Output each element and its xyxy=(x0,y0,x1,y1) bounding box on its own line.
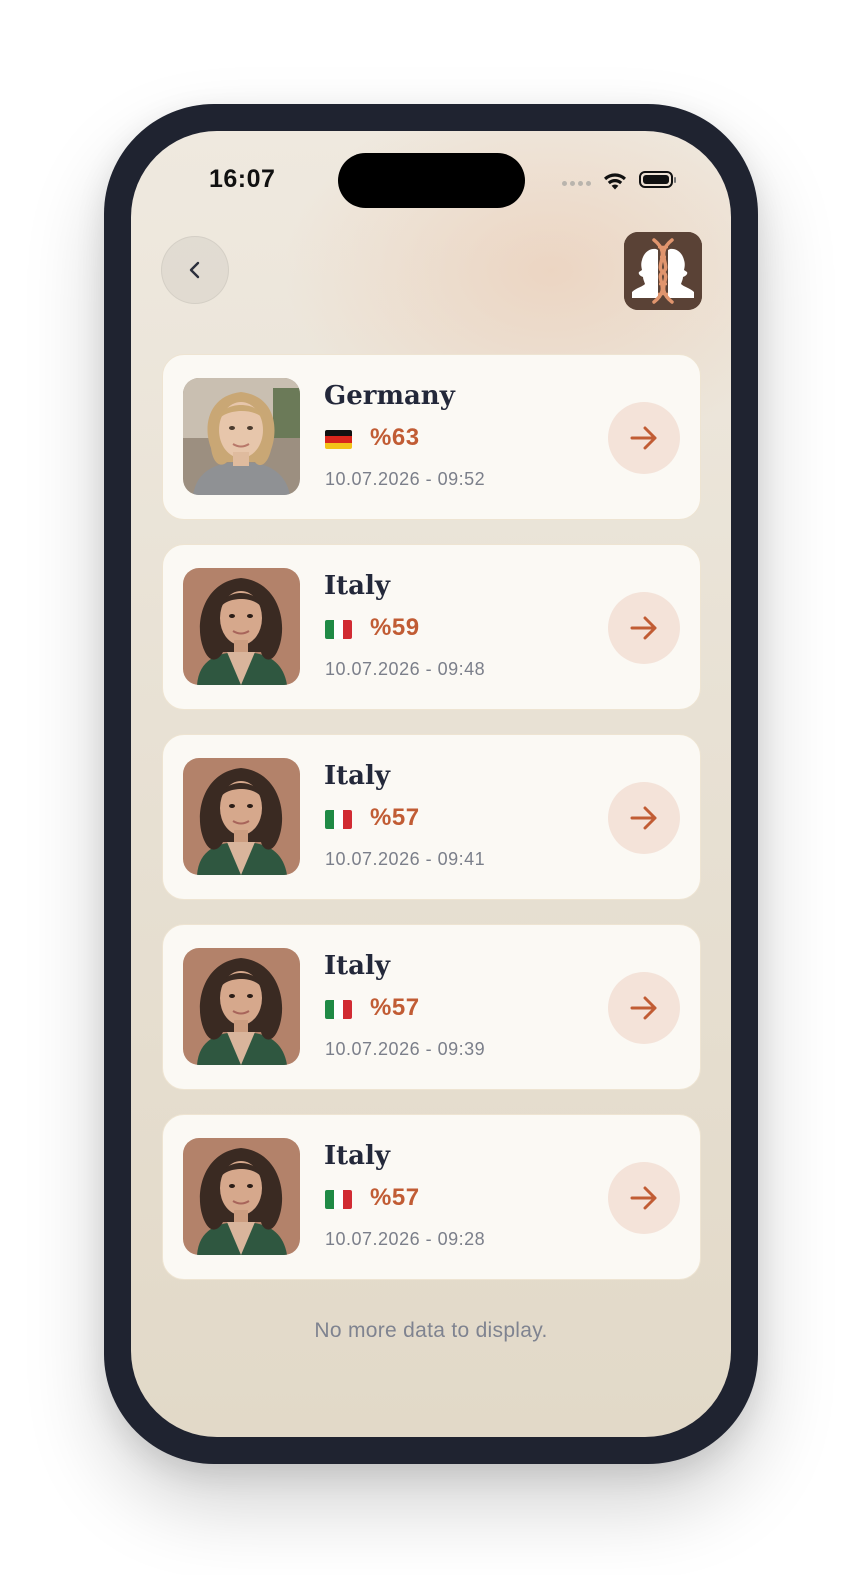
dynamic-island xyxy=(338,153,525,208)
portrait-photo xyxy=(183,948,300,1065)
portrait-photo xyxy=(183,1138,300,1255)
result-date: 10.07.2026 - 09:48 xyxy=(325,659,486,679)
country-name: Italy xyxy=(324,951,391,981)
phone-frame: 16:07 Germany %63 10.07.2026 - 09:52 Ita… xyxy=(104,104,758,1464)
match-score: %59 xyxy=(370,614,420,641)
result-date: 10.07.2026 - 09:28 xyxy=(325,1229,486,1249)
result-date: 10.07.2026 - 09:52 xyxy=(325,469,486,489)
cellular-signal-icon xyxy=(562,181,591,186)
arrow-right-icon xyxy=(630,1186,657,1210)
match-score: %63 xyxy=(370,424,420,451)
portrait-photo xyxy=(183,758,300,875)
result-card-4[interactable]: Italy %57 10.07.2026 - 09:39 xyxy=(162,924,701,1090)
germany-flag-icon xyxy=(325,430,352,449)
result-card-2[interactable]: Italy %59 10.07.2026 - 09:48 xyxy=(162,544,701,710)
open-result-button[interactable] xyxy=(608,1162,680,1234)
back-button[interactable] xyxy=(161,236,229,304)
dna-faces-logo-icon xyxy=(624,232,702,310)
result-date: 10.07.2026 - 09:41 xyxy=(325,849,486,869)
arrow-right-icon xyxy=(630,806,657,830)
country-name: Italy xyxy=(324,1141,391,1171)
portrait-photo xyxy=(183,568,300,685)
country-name: Italy xyxy=(324,571,391,601)
arrow-right-icon xyxy=(630,996,657,1020)
result-card-3[interactable]: Italy %57 10.07.2026 - 09:41 xyxy=(162,734,701,900)
open-result-button[interactable] xyxy=(608,402,680,474)
italy-flag-icon xyxy=(325,1190,352,1209)
wifi-icon xyxy=(604,173,626,190)
screen: 16:07 Germany %63 10.07.2026 - 09:52 Ita… xyxy=(131,131,731,1437)
open-result-button[interactable] xyxy=(608,592,680,664)
italy-flag-icon xyxy=(325,1000,352,1019)
chevron-left-icon xyxy=(189,261,200,279)
match-score: %57 xyxy=(370,994,420,1021)
status-time: 16:07 xyxy=(209,165,276,193)
portrait-photo xyxy=(183,378,300,495)
battery-icon xyxy=(639,171,676,188)
stage: 16:07 Germany %63 10.07.2026 - 09:52 Ita… xyxy=(0,0,867,1575)
end-of-list-message: No more data to display. xyxy=(314,1319,548,1342)
italy-flag-icon xyxy=(325,620,352,639)
italy-flag-icon xyxy=(325,810,352,829)
result-card-5[interactable]: Italy %57 10.07.2026 - 09:28 xyxy=(162,1114,701,1280)
country-name: Germany xyxy=(324,381,455,411)
match-score: %57 xyxy=(370,804,420,831)
open-result-button[interactable] xyxy=(608,782,680,854)
open-result-button[interactable] xyxy=(608,972,680,1044)
result-date: 10.07.2026 - 09:39 xyxy=(325,1039,486,1059)
match-score: %57 xyxy=(370,1184,420,1211)
results-list: Germany %63 10.07.2026 - 09:52 Italy %59… xyxy=(162,354,701,1304)
country-name: Italy xyxy=(324,761,391,791)
arrow-right-icon xyxy=(630,426,657,450)
result-card-1[interactable]: Germany %63 10.07.2026 - 09:52 xyxy=(162,354,701,520)
arrow-right-icon xyxy=(630,616,657,640)
app-logo xyxy=(624,232,702,310)
